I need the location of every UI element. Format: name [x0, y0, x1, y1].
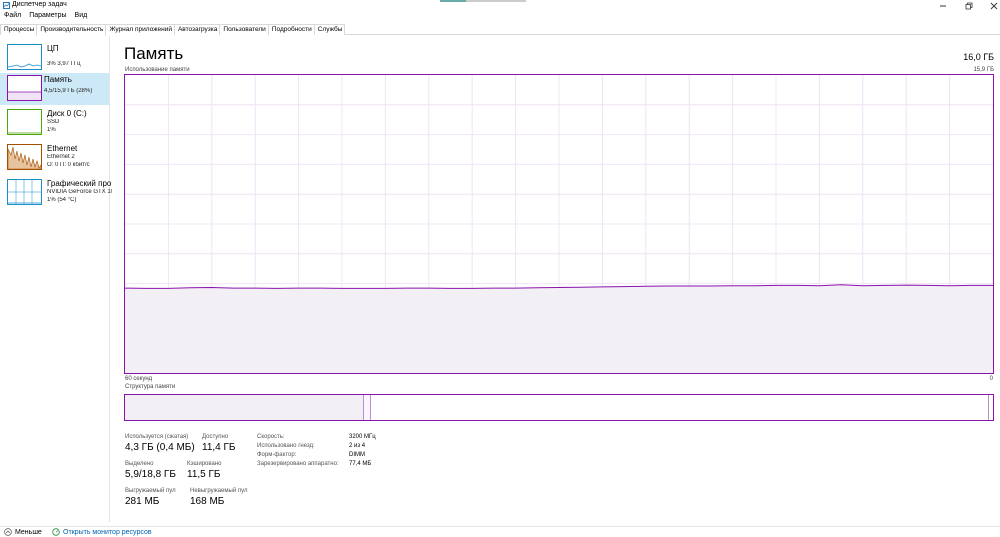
detail-reserved-label: Зарезервировано аппаратно:	[257, 461, 339, 467]
stat-value: 4,3 ГБ (0,4 МБ)	[125, 442, 195, 453]
footer: Меньше Открыть монитор ресурсов	[0, 526, 1000, 537]
detail-reserved-value: 77,4 МБ	[349, 461, 372, 467]
sidebar-item-label: ЦП	[47, 44, 59, 53]
fewer-details-button[interactable]: Меньше	[4, 528, 42, 536]
resource-monitor-label: Открыть монитор ресурсов	[63, 528, 152, 536]
sidebar-item-cpu[interactable]: ЦП 3% 3,97 ГГц	[3, 42, 109, 74]
sidebar-item-label: Графический про	[47, 179, 112, 188]
sidebar-item-ethernet[interactable]: Ethernet Ethernet 2 О: 0 П: 0 кбит/с	[3, 142, 109, 174]
sidebar: ЦП 3% 3,97 ГГц Память 4,5/15,9 ГБ (28%) …	[0, 36, 112, 522]
sidebar-item-gpu[interactable]: Графический про NVIDIA GeForce GTX 10 1%…	[3, 177, 112, 209]
total-memory: 16,0 ГБ	[963, 52, 994, 62]
window-title: Диспетчер задач	[12, 1, 67, 8]
stat-label: Доступно	[202, 434, 229, 440]
menu-file[interactable]: Файл	[4, 12, 21, 22]
memory-thumbnail-icon	[7, 75, 42, 101]
stat-label: Невыгружаемый пул	[190, 488, 248, 494]
sidebar-item-sub: 1% (54 °C)	[47, 197, 77, 203]
tab-processes[interactable]: Процессы	[0, 24, 38, 35]
resource-monitor-icon	[52, 528, 60, 536]
title-bar: Диспетчер задач	[0, 0, 1000, 11]
composition-standby	[371, 395, 989, 420]
restore-icon	[965, 2, 973, 9]
cpu-thumbnail-icon	[7, 44, 42, 70]
stat-label: Кэшировано	[187, 461, 222, 467]
stat-committed: Выделено 5,9/18,8 ГБ	[125, 461, 176, 480]
stat-label: Используется (сжатая)	[125, 434, 189, 440]
detail-slots-value: 2 из 4	[349, 443, 366, 449]
sidebar-item-sub: NVIDIA GeForce GTX 10	[47, 189, 112, 195]
usage-graph-max: 15,9 ГБ	[973, 67, 994, 73]
usage-area	[125, 284, 993, 373]
stat-value: 5,9/18,8 ГБ	[125, 469, 176, 480]
tab-details[interactable]: Подробности	[267, 24, 315, 35]
sidebar-item-label: Диск 0 (C:)	[47, 109, 87, 118]
detail-speed-value: 3200 МГц	[349, 434, 376, 440]
stat-cached: Кэшировано 11,5 ГБ	[187, 461, 222, 480]
minimize-button[interactable]	[933, 0, 953, 11]
minimize-icon	[940, 5, 946, 6]
sidebar-item-sub: 4,5/15,9 ГБ (28%)	[44, 88, 93, 94]
disk-thumbnail-icon	[7, 109, 42, 135]
tab-performance[interactable]: Производительность	[36, 24, 107, 36]
menu-view[interactable]: Вид	[75, 12, 88, 22]
sidebar-item-label: Память	[44, 75, 72, 84]
close-icon	[990, 2, 998, 9]
task-manager-icon	[3, 2, 10, 9]
memory-usage-graph	[124, 74, 994, 374]
stat-paged-pool: Выгружаемый пул 281 МБ	[125, 488, 176, 507]
sidebar-item-sub: 3% 3,97 ГГц	[47, 61, 81, 67]
time-axis-start: 60 секунд	[125, 376, 153, 382]
tab-services[interactable]: Службы	[313, 24, 346, 35]
detail-slots-label: Использовано гнезд:	[257, 443, 315, 449]
detail-form-value: DIMM	[349, 452, 365, 458]
stat-value: 11,4 ГБ	[202, 442, 236, 453]
close-button[interactable]	[984, 0, 1000, 11]
title-accent	[440, 0, 466, 2]
sidebar-item-sub: SSD	[47, 119, 60, 125]
detail-speed-label: Скорость:	[257, 434, 285, 440]
menu-bar: Файл Параметры Вид	[0, 12, 87, 22]
stat-in-use: Используется (сжатая) 4,3 ГБ (0,4 МБ)	[125, 434, 195, 453]
ethernet-thumbnail-icon	[7, 144, 42, 170]
restore-button[interactable]	[959, 0, 979, 11]
memory-composition-bar	[124, 394, 994, 421]
tab-strip: Процессы Производительность Журнал прило…	[0, 24, 1000, 36]
stat-value: 281 МБ	[125, 496, 160, 507]
time-axis-end: 0	[989, 376, 993, 382]
stat-label: Выгружаемый пул	[125, 488, 176, 494]
memory-usage-chart	[125, 75, 993, 373]
title-gray-strip	[466, 0, 526, 2]
sidebar-item-memory[interactable]: Память 4,5/15,9 ГБ (28%)	[0, 73, 109, 105]
stat-nonpaged-pool: Невыгружаемый пул 168 МБ	[190, 488, 247, 507]
menu-options[interactable]: Параметры	[29, 12, 66, 22]
detail-form-label: Форм-фактор:	[257, 452, 297, 458]
sidebar-item-label: Ethernet	[47, 144, 78, 153]
tab-startup[interactable]: Автозагрузка	[173, 24, 221, 35]
usage-graph-label: Использование памяти	[125, 67, 190, 73]
sidebar-item-disk[interactable]: Диск 0 (C:) SSD 1%	[3, 107, 109, 139]
composition-in-use	[125, 395, 364, 420]
tab-users[interactable]: Пользователи	[219, 24, 269, 35]
page-title: Память	[124, 44, 184, 63]
tab-app-history[interactable]: Журнал приложений	[105, 24, 175, 35]
chevron-up-icon	[4, 528, 12, 536]
stat-available: Доступно 11,4 ГБ	[202, 434, 235, 453]
fewer-details-label: Меньше	[15, 528, 42, 536]
composition-label: Структура памяти	[125, 384, 176, 390]
sidebar-item-sub: Ethernet 2	[47, 154, 75, 160]
gpu-thumbnail-icon	[7, 179, 42, 205]
resource-monitor-link[interactable]: Открыть монитор ресурсов	[52, 528, 152, 536]
sidebar-item-sub: О: 0 П: 0 кбит/с	[47, 162, 90, 168]
composition-modified	[364, 395, 371, 420]
stat-value: 11,5 ГБ	[187, 469, 221, 480]
stat-value: 168 МБ	[190, 496, 225, 507]
sidebar-item-sub: 1%	[47, 127, 56, 133]
stat-label: Выделено	[125, 461, 154, 467]
